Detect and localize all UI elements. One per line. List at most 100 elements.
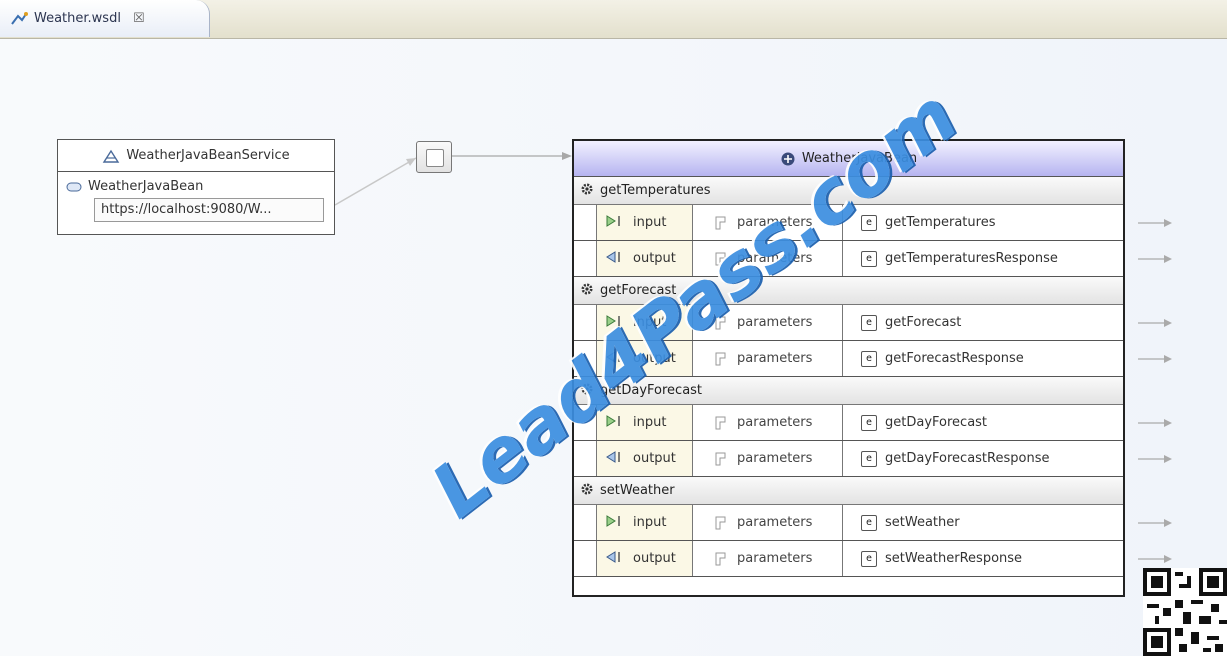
part-icon: [715, 416, 727, 430]
output-arrow-icon: [605, 350, 627, 368]
operation-header[interactable]: getTemperatures: [574, 177, 1123, 205]
message-row-input[interactable]: input parameters e getTemperatures: [574, 205, 1123, 241]
part-name: parameters: [737, 251, 813, 266]
part-name: parameters: [737, 415, 813, 430]
output-cell[interactable]: output: [596, 341, 693, 376]
message-row-input[interactable]: input parameters e setWeather: [574, 505, 1123, 541]
service-box[interactable]: WeatherJavaBeanService WeatherJavaBean h…: [57, 139, 335, 235]
element-name: getDayForecastResponse: [885, 451, 1050, 466]
message-direction-label: input: [633, 515, 667, 530]
operation-name: getTemperatures: [600, 183, 711, 198]
binding-node[interactable]: [416, 141, 452, 173]
element-link-arrow-icon: [1138, 519, 1172, 527]
service-header[interactable]: WeatherJavaBeanService: [58, 140, 334, 172]
output-cell[interactable]: output: [596, 441, 693, 476]
element-cell[interactable]: e getForecast: [843, 305, 1123, 340]
service-icon: [103, 149, 120, 163]
message-direction-label: output: [633, 551, 676, 566]
element-icon: e: [861, 250, 877, 267]
gear-icon: [580, 382, 594, 400]
message-row-input[interactable]: input parameters e getDayForecast: [574, 405, 1123, 441]
operation-header[interactable]: getForecast: [574, 277, 1123, 305]
part-cell[interactable]: parameters: [693, 305, 843, 340]
element-cell[interactable]: e getForecastResponse: [843, 341, 1123, 376]
element-link-arrow-icon: [1138, 555, 1172, 563]
operation-header[interactable]: setWeather: [574, 477, 1123, 505]
element-name: getForecast: [885, 315, 962, 330]
part-name: parameters: [737, 315, 813, 330]
message-direction-label: input: [633, 415, 667, 430]
operation-header[interactable]: getDayForecast: [574, 377, 1123, 405]
part-cell[interactable]: parameters: [693, 341, 843, 376]
part-cell[interactable]: parameters: [693, 241, 843, 276]
element-icon: e: [861, 350, 877, 367]
element-link-arrow-icon: [1138, 219, 1172, 227]
element-cell[interactable]: e getTemperatures: [843, 205, 1123, 240]
element-name: setWeather: [885, 515, 960, 530]
input-cell[interactable]: input: [596, 405, 693, 440]
part-cell[interactable]: parameters: [693, 505, 843, 540]
gear-icon: [580, 182, 594, 200]
part-cell[interactable]: parameters: [693, 405, 843, 440]
element-link-arrow-icon: [1138, 319, 1172, 327]
element-name: getForecastResponse: [885, 351, 1024, 366]
part-name: parameters: [737, 351, 813, 366]
part-name: parameters: [737, 551, 813, 566]
output-cell[interactable]: output: [596, 241, 693, 276]
port-type-name: WeatherJavaBean: [801, 151, 918, 166]
operation-name: setWeather: [600, 483, 675, 498]
gear-icon: [580, 282, 594, 300]
element-icon: e: [861, 214, 877, 231]
part-cell[interactable]: parameters: [693, 205, 843, 240]
element-icon: e: [861, 414, 877, 431]
element-link-arrow-icon: [1138, 455, 1172, 463]
port-type-box[interactable]: WeatherJavaBean getTemperatures input para…: [572, 139, 1125, 597]
output-cell[interactable]: output: [596, 541, 693, 576]
port-type-icon: [781, 152, 795, 165]
message-direction-label: output: [633, 351, 676, 366]
element-cell[interactable]: e getDayForecastResponse: [843, 441, 1123, 476]
element-name: setWeatherResponse: [885, 551, 1023, 566]
gear-icon: [580, 482, 594, 500]
input-arrow-icon: [605, 414, 627, 432]
part-icon: [715, 452, 727, 466]
message-direction-label: output: [633, 451, 676, 466]
message-direction-label: input: [633, 215, 667, 230]
element-icon: e: [861, 514, 877, 531]
part-name: parameters: [737, 451, 813, 466]
input-arrow-icon: [605, 214, 627, 232]
output-arrow-icon: [605, 250, 627, 268]
port-row[interactable]: WeatherJavaBean: [58, 172, 334, 194]
input-cell[interactable]: input: [596, 305, 693, 340]
operation-name: getForecast: [600, 283, 677, 298]
port-type-header[interactable]: WeatherJavaBean: [574, 141, 1123, 177]
element-cell[interactable]: e getTemperaturesResponse: [843, 241, 1123, 276]
element-icon: e: [861, 314, 877, 331]
part-icon: [715, 216, 727, 230]
endpoint-address-field[interactable]: https://localhost:9080/W...: [94, 198, 324, 222]
part-icon: [715, 316, 727, 330]
message-row-output[interactable]: output parameters e getTemperaturesResponse: [574, 241, 1123, 277]
element-cell[interactable]: e setWeatherResponse: [843, 541, 1123, 576]
message-direction-label: input: [633, 315, 667, 330]
part-cell[interactable]: parameters: [693, 541, 843, 576]
part-cell[interactable]: parameters: [693, 441, 843, 476]
element-cell[interactable]: e setWeather: [843, 505, 1123, 540]
output-arrow-icon: [605, 450, 627, 468]
message-row-output[interactable]: output parameters e getForecastResponse: [574, 341, 1123, 377]
element-icon: e: [861, 450, 877, 467]
message-row-output[interactable]: output parameters e getDayForecastResponse: [574, 441, 1123, 477]
part-icon: [715, 516, 727, 530]
message-row-input[interactable]: input parameters e getForecast: [574, 305, 1123, 341]
part-name: parameters: [737, 515, 813, 530]
input-cell[interactable]: input: [596, 205, 693, 240]
part-icon: [715, 552, 727, 566]
message-direction-label: output: [633, 251, 676, 266]
element-name: getDayForecast: [885, 415, 988, 430]
message-row-output[interactable]: output parameters e setWeatherResponse: [574, 541, 1123, 577]
input-cell[interactable]: input: [596, 505, 693, 540]
operation-name: getDayForecast: [600, 383, 703, 398]
element-cell[interactable]: e getDayForecast: [843, 405, 1123, 440]
element-name: getTemperaturesResponse: [885, 251, 1058, 266]
element-link-arrow-icon: [1138, 419, 1172, 427]
